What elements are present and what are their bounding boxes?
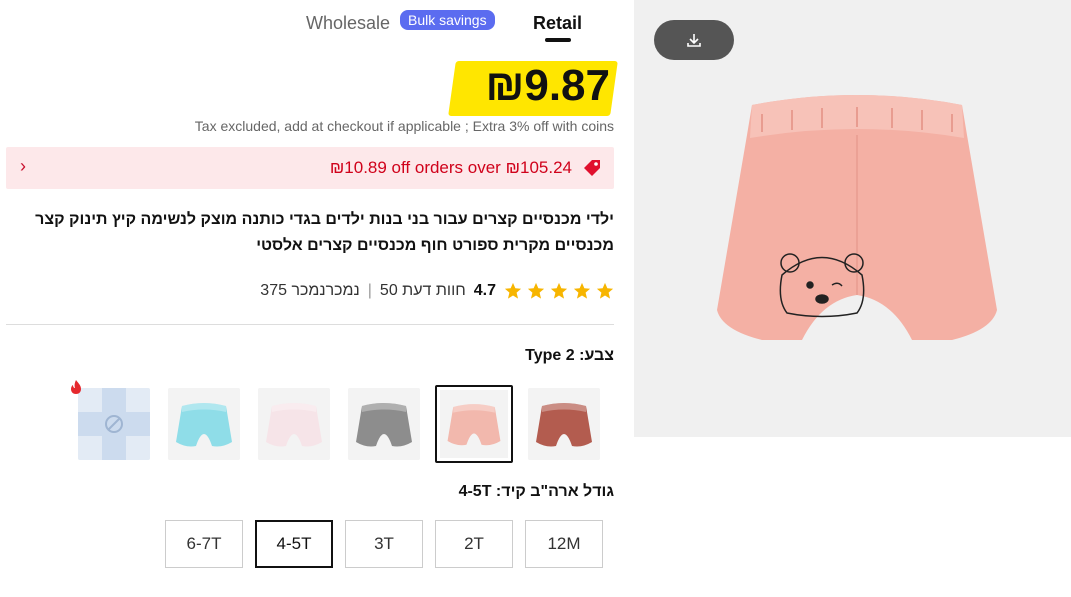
product-title: ילדי מכנסיים קצרים עבור בני בנות ילדים ב…	[35, 211, 614, 254]
rating-row: 375 נמכרנמכר | 50 חוות דעת 4.7	[260, 279, 614, 303]
star-icon	[596, 282, 614, 299]
bulk-savings-badge: Bulk savings	[400, 10, 495, 30]
separator: |	[367, 282, 372, 299]
size-option-4-5t[interactable]: 4-5T	[255, 520, 333, 568]
reviews-count[interactable]: 50 חוות דעת	[380, 282, 466, 300]
tab-wholesale[interactable]: Wholesale	[306, 13, 390, 34]
fire-icon	[71, 380, 81, 394]
download-icon	[687, 34, 701, 47]
download-button[interactable]	[654, 20, 734, 60]
color-swatch-unavailable[interactable]	[78, 388, 150, 460]
tab-retail[interactable]: Retail	[533, 13, 582, 34]
product-info-panel: Wholesale Bulk savings Retail ₪9.87 Tax …	[0, 0, 620, 597]
color-swatch-brown[interactable]	[528, 388, 600, 460]
price-block: ₪9.87	[448, 58, 618, 116]
sold-count: 375 נמכרנמכר	[260, 282, 360, 299]
color-swatch-gray[interactable]	[348, 388, 420, 460]
star-icon	[573, 282, 591, 299]
chevron-right-icon: ›	[20, 156, 26, 176]
promo-banner[interactable]: › ₪10.89 off orders over ₪105.24	[6, 147, 614, 189]
color-swatch-light-blue[interactable]	[168, 388, 240, 460]
star-icon	[550, 282, 568, 299]
product-image[interactable]	[692, 90, 1022, 380]
rating-score: 4.7	[473, 282, 496, 299]
tag-icon	[584, 160, 600, 176]
color-label: צבע: Type 2	[525, 347, 614, 364]
size-option-2t[interactable]: 2T	[435, 520, 513, 568]
color-swatch-pink[interactable]	[435, 385, 513, 463]
divider	[6, 324, 614, 325]
product-image-panel	[634, 0, 1071, 437]
price: ₪9.87	[485, 61, 610, 110]
star-rating	[504, 282, 614, 300]
purchase-tabs: Wholesale Bulk savings Retail	[300, 10, 620, 50]
tax-note: Tax excluded, add at checkout if applica…	[194, 118, 614, 134]
star-icon	[504, 282, 522, 299]
size-option-3t[interactable]: 3T	[345, 520, 423, 568]
size-label: גודל ארה"ב קיד: 4-5T	[458, 483, 614, 500]
size-option-6-7t[interactable]: 6-7T	[165, 520, 243, 568]
star-icon	[527, 282, 545, 299]
tab-active-indicator	[545, 38, 571, 42]
size-option-12m[interactable]: 12M	[525, 520, 603, 568]
color-swatch-donut-print[interactable]	[258, 388, 330, 460]
unavailable-icon	[78, 388, 150, 460]
promo-text: ₪10.89 off orders over ₪105.24	[329, 158, 572, 177]
